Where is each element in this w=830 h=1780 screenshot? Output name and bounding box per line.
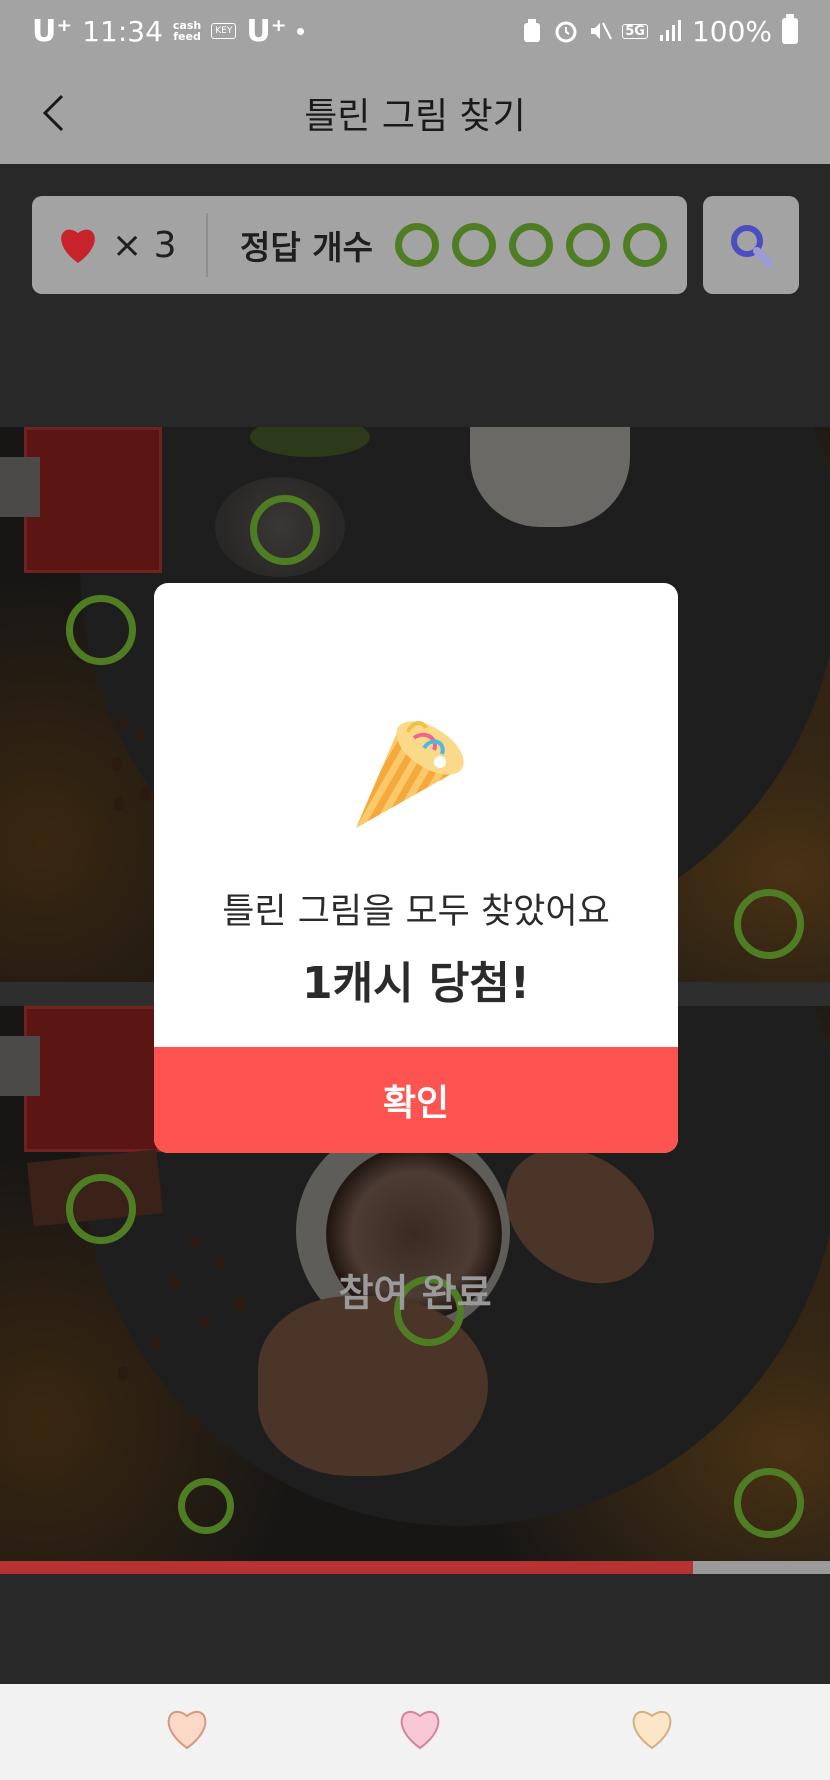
cashfeed-icon: cash feed	[172, 19, 202, 43]
found-difference-marker	[66, 1174, 136, 1244]
found-difference-marker	[734, 889, 804, 959]
coffee-bean	[136, 727, 146, 741]
answer-found-icon	[394, 223, 439, 267]
magnifier-icon	[731, 225, 773, 267]
app-header: 틀린 그림 찾기	[0, 62, 830, 164]
carrier-label-2: U⁺	[246, 13, 287, 49]
time-progress-fill	[0, 1561, 694, 1574]
answers-label: 정답 개수	[240, 228, 373, 267]
success-dialog: 틀린 그림을 모두 찾았어요 1캐시 당첨! 확인	[154, 583, 678, 1153]
coffee-bean	[190, 1236, 200, 1250]
chevron-left-icon	[42, 94, 64, 132]
heart-pink-icon[interactable]	[395, 1704, 445, 1752]
answer-found-icon	[622, 223, 667, 267]
participation-complete-label: 참여 완료	[338, 1271, 492, 1315]
lives-counter: × 3	[56, 225, 206, 266]
dialog-reward: 1캐시 당첨!	[302, 958, 530, 1009]
signal-icon	[658, 19, 682, 43]
carrier-label: U⁺	[32, 13, 73, 49]
bottom-navigation	[0, 1684, 830, 1780]
answers-progress	[394, 223, 667, 267]
game-info-panel: × 3 정답 개수	[32, 196, 687, 294]
status-bar: U⁺ 11:34 cash feed KEY U⁺ 5G 100%	[0, 0, 830, 62]
heart-icon	[61, 229, 95, 263]
mute-icon	[588, 19, 613, 43]
red-box	[24, 427, 162, 573]
coffee-bean	[112, 757, 122, 771]
heart-cream-icon[interactable]	[627, 1704, 677, 1752]
page-title: 틀린 그림 찾기	[304, 96, 526, 137]
battery-percent: 100%	[691, 14, 772, 48]
heart-peach-icon[interactable]	[162, 1704, 212, 1752]
battery-icon	[782, 14, 798, 44]
time-progress-bar	[0, 1561, 830, 1574]
coffee-bean	[190, 1416, 200, 1430]
network-type-icon: 5G	[622, 23, 648, 39]
alarm-icon	[554, 19, 578, 43]
recycle-icon	[520, 19, 544, 43]
coffee-bean	[140, 787, 150, 801]
grey-object	[0, 457, 40, 517]
divider	[206, 213, 208, 277]
coffee-bean	[114, 797, 124, 811]
dialog-message: 틀린 그림을 모두 찾았어요	[222, 892, 610, 932]
found-difference-marker	[66, 595, 136, 665]
coffee-bean	[150, 1336, 160, 1350]
back-button[interactable]	[28, 88, 78, 138]
red-box	[24, 1006, 162, 1152]
confirm-button[interactable]: 확인	[154, 1047, 678, 1153]
hint-search-button[interactable]	[703, 196, 799, 294]
grey-object	[0, 1036, 40, 1096]
answer-found-icon	[451, 223, 496, 267]
found-difference-marker	[250, 495, 320, 565]
answer-found-icon	[508, 223, 553, 267]
key-icon: KEY	[211, 23, 237, 39]
notification-dot-icon	[296, 27, 304, 35]
clock: 11:34	[82, 14, 163, 48]
answer-found-icon	[565, 223, 610, 267]
found-difference-marker	[178, 1478, 234, 1534]
found-difference-marker	[734, 1468, 804, 1538]
lives-count: × 3	[112, 224, 177, 266]
coffee-bean	[118, 1366, 128, 1380]
coffee-bean	[200, 1316, 210, 1330]
coffee-bean	[118, 717, 128, 731]
party-popper-icon	[356, 721, 464, 828]
